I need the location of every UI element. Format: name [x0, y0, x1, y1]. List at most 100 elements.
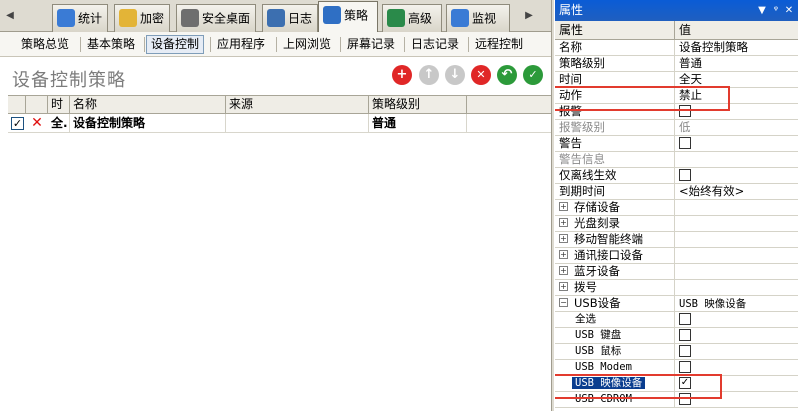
property-row[interactable]: USB 映像设备 ✓: [555, 376, 798, 392]
log-icon: [267, 8, 285, 27]
property-checkbox[interactable]: [679, 168, 691, 181]
property-row[interactable]: + 光盘刻录: [555, 216, 798, 232]
property-value[interactable]: [676, 232, 798, 247]
property-row[interactable]: 报警级别 低: [555, 120, 798, 136]
property-value[interactable]: [676, 360, 798, 375]
property-row[interactable]: 报警: [555, 104, 798, 120]
tab-advanced[interactable]: 高级: [382, 4, 442, 32]
subtab-device-control[interactable]: 设备控制: [146, 35, 205, 54]
apply-icon[interactable]: ✓: [523, 65, 543, 85]
property-row[interactable]: + 存储设备: [555, 200, 798, 216]
tab-secure-desktop[interactable]: 安全桌面: [176, 4, 256, 32]
subtab-separator: [468, 37, 469, 52]
property-row[interactable]: + 蓝牙设备: [555, 264, 798, 280]
col-name[interactable]: 名称: [70, 96, 226, 114]
property-value[interactable]: [676, 392, 798, 407]
property-checkbox[interactable]: ✓: [679, 376, 691, 389]
property-row[interactable]: + 拨号: [555, 280, 798, 296]
col-time[interactable]: 时: [48, 96, 70, 114]
property-value[interactable]: [676, 152, 798, 167]
property-value[interactable]: [676, 328, 798, 343]
property-row[interactable]: USB CDROM: [555, 392, 798, 408]
subtab-basic-policy[interactable]: 基本策略: [82, 35, 140, 54]
property-row[interactable]: 时间 全天: [555, 72, 798, 88]
move-up-icon[interactable]: ↑: [419, 65, 439, 85]
col-source[interactable]: 来源: [226, 96, 369, 114]
subtab-policy-overview[interactable]: 策略总览: [16, 35, 74, 54]
property-value[interactable]: 禁止: [676, 88, 798, 103]
main-tab-bar: ◀ 统计 加密 安全桌面 日志 策略 高级 监视 ▶: [0, 0, 551, 32]
subtab-applications[interactable]: 应用程序: [212, 35, 270, 54]
property-value[interactable]: 设备控制策略: [676, 40, 798, 55]
property-row[interactable]: USB 键盘: [555, 328, 798, 344]
table-row[interactable]: ✓ ✕ 全. 设备控制策略 普通: [8, 114, 551, 133]
add-icon[interactable]: +: [392, 65, 412, 85]
expand-icon[interactable]: +: [559, 250, 568, 259]
property-row[interactable]: USB Modem: [555, 360, 798, 376]
property-value[interactable]: [676, 104, 798, 119]
property-row[interactable]: 动作 禁止: [555, 88, 798, 104]
property-value[interactable]: 全天: [676, 72, 798, 87]
tab-encryption[interactable]: 加密: [114, 4, 170, 32]
tab-statistics[interactable]: 统计: [52, 4, 108, 32]
property-checkbox[interactable]: [679, 104, 691, 117]
property-value[interactable]: [676, 264, 798, 279]
property-row[interactable]: 警告: [555, 136, 798, 152]
property-checkbox[interactable]: [679, 344, 691, 357]
property-row[interactable]: + 移动智能终端: [555, 232, 798, 248]
panel-menu-icon[interactable]: ▼: [756, 0, 768, 21]
subtab-log-record[interactable]: 日志记录: [406, 35, 464, 54]
property-value[interactable]: [676, 216, 798, 231]
property-row[interactable]: 仅离线生效: [555, 168, 798, 184]
property-row[interactable]: USB 鼠标: [555, 344, 798, 360]
tab-policy[interactable]: 策略: [318, 1, 378, 32]
subtab-web-browsing[interactable]: 上网浏览: [278, 35, 336, 54]
row-delete-icon[interactable]: ✕: [30, 114, 44, 132]
subtab-remote-control[interactable]: 远程控制: [470, 35, 528, 54]
property-row[interactable]: 全选: [555, 312, 798, 328]
property-row[interactable]: + 通讯接口设备: [555, 248, 798, 264]
pin-icon[interactable]: ᵠ: [770, 0, 782, 21]
property-value[interactable]: [676, 280, 798, 295]
property-name: USB CDROM: [555, 392, 675, 407]
property-value[interactable]: ✓: [676, 376, 798, 391]
property-value[interactable]: 低: [676, 120, 798, 135]
property-value[interactable]: [676, 200, 798, 215]
property-row[interactable]: − USB设备 USB 映像设备: [555, 296, 798, 312]
expand-icon[interactable]: +: [559, 282, 568, 291]
property-checkbox[interactable]: [679, 136, 691, 149]
property-value[interactable]: [676, 136, 798, 151]
move-down-icon[interactable]: ↓: [445, 65, 465, 85]
expand-icon[interactable]: +: [559, 266, 568, 275]
delete-icon[interactable]: ✕: [471, 65, 491, 85]
property-value[interactable]: 普通: [676, 56, 798, 71]
property-value[interactable]: [676, 168, 798, 183]
property-row[interactable]: 名称 设备控制策略: [555, 40, 798, 56]
tab-monitor[interactable]: 监视: [446, 4, 510, 32]
tab-scroll-right-icon[interactable]: ▶: [521, 6, 537, 26]
undo-icon[interactable]: ↶: [497, 65, 517, 85]
property-name: 策略级别: [555, 56, 675, 71]
property-value[interactable]: <始终有效>: [676, 184, 798, 199]
property-row[interactable]: 警告信息: [555, 152, 798, 168]
property-value[interactable]: USB 映像设备: [676, 296, 798, 311]
property-value[interactable]: [676, 344, 798, 359]
subtab-screen-record[interactable]: 屏幕记录: [342, 35, 400, 54]
expand-icon[interactable]: +: [559, 202, 568, 211]
property-checkbox[interactable]: [679, 392, 691, 405]
tab-log[interactable]: 日志: [262, 4, 318, 32]
expand-icon[interactable]: +: [559, 218, 568, 227]
expand-icon[interactable]: +: [559, 234, 568, 243]
close-icon[interactable]: ✕: [783, 0, 795, 21]
property-value[interactable]: [676, 248, 798, 263]
property-value[interactable]: [676, 312, 798, 327]
property-row[interactable]: 策略级别 普通: [555, 56, 798, 72]
collapse-icon[interactable]: −: [559, 298, 568, 307]
property-checkbox[interactable]: [679, 312, 691, 325]
tab-scroll-left-icon[interactable]: ◀: [2, 6, 18, 26]
property-checkbox[interactable]: [679, 328, 691, 341]
property-row[interactable]: 到期时间 <始终有效>: [555, 184, 798, 200]
row-enabled-checkbox[interactable]: ✓: [11, 117, 24, 130]
property-checkbox[interactable]: [679, 360, 691, 373]
col-level[interactable]: 策略级别: [369, 96, 467, 114]
